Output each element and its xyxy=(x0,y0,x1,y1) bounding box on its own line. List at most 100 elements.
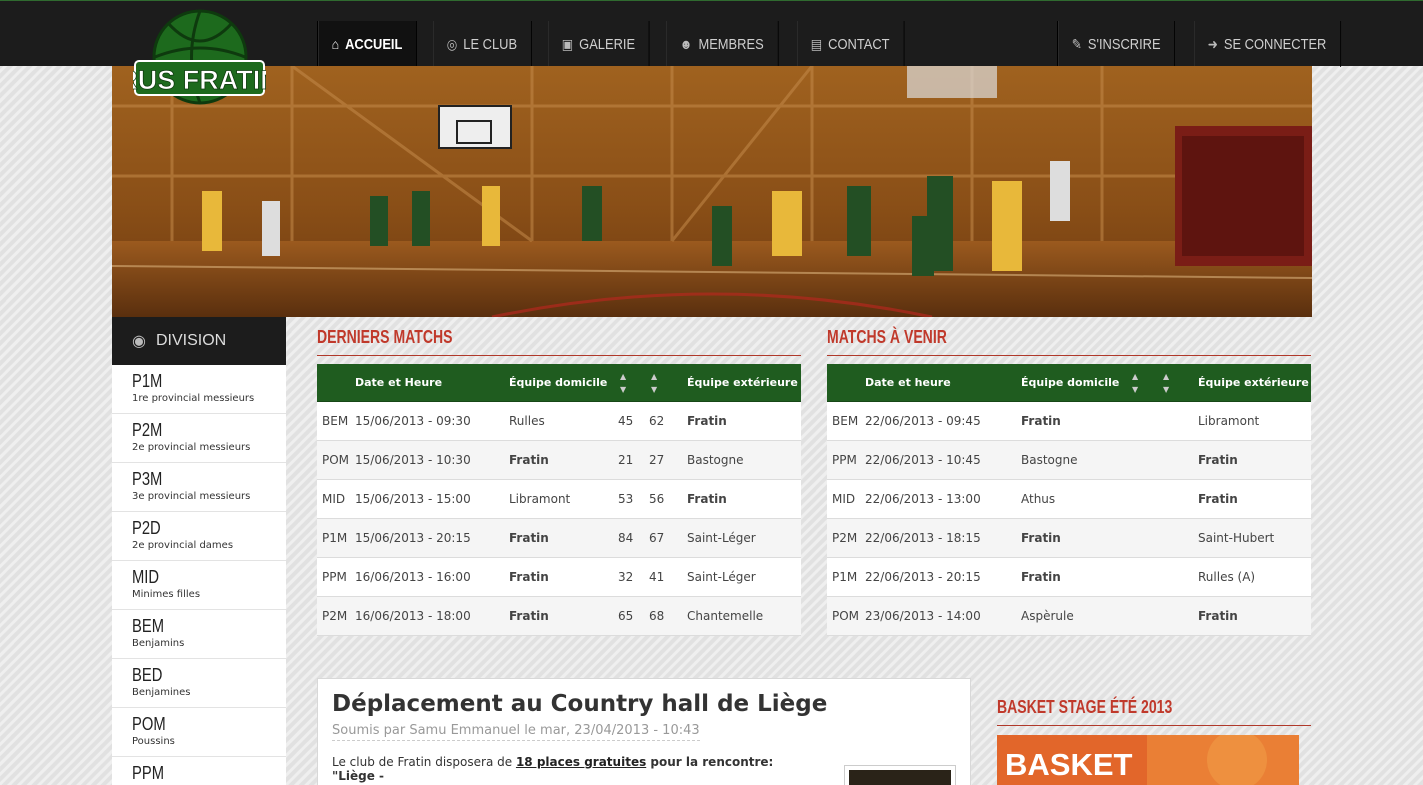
division-code: P2D xyxy=(132,518,161,538)
division-link[interactable]: P1M xyxy=(827,557,860,597)
sort-arrows-icon: ▲ ▼ xyxy=(651,372,658,395)
home-team: Rulles xyxy=(504,401,615,441)
division-link[interactable]: P1M xyxy=(317,518,350,558)
division-code: BEM xyxy=(132,616,164,636)
division-item-p2d[interactable]: P2D 2e provincial dames xyxy=(112,512,286,561)
article-title[interactable]: Déplacement au Country hall de Liège xyxy=(332,691,956,717)
table-row: P1M 15/06/2013 - 20:15 Fratin 84 67 Saint-Lég… xyxy=(317,518,801,558)
sort-away-score[interactable]: ▲ ▼ xyxy=(646,364,682,402)
division-link[interactable]: PPM xyxy=(317,557,350,597)
home-score: 45 xyxy=(615,401,646,441)
stage-promo-image[interactable]: BASKET xyxy=(997,735,1299,785)
header-home-team[interactable]: Équipe domicile xyxy=(1016,364,1127,402)
stage-image-text: BASKET xyxy=(1005,747,1133,782)
away-team: Saint-Léger xyxy=(682,518,801,558)
nav-s-inscrire[interactable]: ✎ S'inscrire xyxy=(1058,21,1176,67)
division-item-bem[interactable]: BEM Benjamins xyxy=(112,610,286,659)
division-link[interactable]: MID xyxy=(317,479,350,519)
home-icon: ⌂ xyxy=(331,36,340,52)
division-link[interactable]: POM xyxy=(317,440,350,480)
away-score: 41 xyxy=(646,557,682,597)
empty-cell xyxy=(1127,557,1158,597)
division-link[interactable]: PPM xyxy=(827,440,860,480)
chat-icon: ◉ xyxy=(132,333,146,350)
division-item-p2m[interactable]: P2M 2e provincial messieurs xyxy=(112,414,286,463)
match-date: 15/06/2013 - 09:30 xyxy=(350,401,504,441)
header-home-label: Équipe domicile xyxy=(1021,375,1120,389)
division-link[interactable]: BEM xyxy=(827,401,860,441)
article-thumbnail[interactable] xyxy=(844,765,956,785)
home-team: Aspèrule xyxy=(1016,596,1127,636)
away-team: Libramont xyxy=(1193,401,1311,441)
away-team: Chantemelle xyxy=(682,596,801,636)
division-item-p3m[interactable]: P3M 3e provincial messieurs xyxy=(112,463,286,512)
division-item-pom[interactable]: POM Poussins xyxy=(112,708,286,757)
home-score: 65 xyxy=(615,596,646,636)
article-body: Le club de Fratin disposera de 18 places… xyxy=(332,755,802,783)
sort-home[interactable]: ▲ ▼ xyxy=(1127,364,1158,402)
division-link[interactable]: MID xyxy=(827,479,860,519)
division-code: BED xyxy=(132,665,163,685)
nav-galerie[interactable]: ▣ Galerie xyxy=(548,21,650,67)
division-code: P3M xyxy=(132,469,163,489)
match-date: 22/06/2013 - 10:45 xyxy=(860,440,1016,480)
away-team: Fratin xyxy=(1193,596,1311,636)
nav-contact[interactable]: ▤ Contact xyxy=(797,21,904,67)
nav-accueil[interactable]: ⌂ Accueil xyxy=(318,21,418,67)
table-header-row: Date et heure Équipe domicile ▲ ▼ ▲ ▼ Équi… xyxy=(827,364,1311,402)
division-link[interactable]: P2M xyxy=(317,596,350,636)
away-score: 62 xyxy=(646,401,682,441)
division-item-p1m[interactable]: P1M 1re provincial messieurs xyxy=(112,365,286,414)
division-label: Benjamines xyxy=(132,687,191,698)
article-link[interactable]: 18 places gratuites xyxy=(516,755,646,769)
stage-rule xyxy=(997,725,1311,726)
club-logo[interactable]: RUS FRATIN xyxy=(118,9,280,111)
sort-arrows-icon: ▲ ▼ xyxy=(1163,372,1170,395)
nav-label: Se connecter xyxy=(1224,35,1327,53)
away-team: Fratin xyxy=(1193,479,1311,519)
division-link[interactable]: POM xyxy=(827,596,860,636)
division-item-bed[interactable]: BED Benjamines xyxy=(112,659,286,708)
away-team: Bastogne xyxy=(682,440,801,480)
header-home-team[interactable]: Équipe domicile xyxy=(504,364,615,402)
division-label: 2e provincial messieurs xyxy=(132,442,251,453)
division-link[interactable]: BEM xyxy=(317,401,350,441)
division-link[interactable]: P2M xyxy=(827,518,860,558)
home-team: Bastogne xyxy=(1016,440,1127,480)
last-matches-title: Derniers matchs xyxy=(317,327,453,347)
nav-label: Membres xyxy=(698,35,764,53)
empty-cell xyxy=(1158,596,1193,636)
header-division xyxy=(827,364,860,402)
match-date: 22/06/2013 - 13:00 xyxy=(860,479,1016,519)
division-list: P1M 1re provincial messieurs P2M 2e provinc… xyxy=(112,365,286,785)
match-date: 22/06/2013 - 18:15 xyxy=(860,518,1016,558)
empty-cell xyxy=(1158,401,1193,441)
division-label: Minimes filles xyxy=(132,589,201,600)
table-row: BEM 22/06/2013 - 09:45 Fratin Libramont xyxy=(827,401,1311,441)
table-row: MID 15/06/2013 - 15:00 Libramont 53 56 Fratin xyxy=(317,479,801,519)
match-date: 16/06/2013 - 18:00 xyxy=(350,596,504,636)
last-matches-rule xyxy=(317,355,801,356)
home-score: 53 xyxy=(615,479,646,519)
nav-membres[interactable]: ☻ Membres xyxy=(666,21,779,67)
table-row: P1M 22/06/2013 - 20:15 Fratin Rulles (A) xyxy=(827,557,1311,597)
header-home-label: Équipe domicile xyxy=(509,375,608,389)
division-label: 2e provincial dames xyxy=(132,540,234,551)
division-sidebar: ◉ Division P1M 1re provincial messieurs P2… xyxy=(112,317,286,785)
empty-cell xyxy=(1127,401,1158,441)
sort-home-score[interactable]: ▲ ▼ xyxy=(615,364,646,402)
logo-text: RUS FRATIN xyxy=(133,65,266,95)
division-item-ppm[interactable]: PPM xyxy=(112,757,286,785)
sort-away[interactable]: ▲ ▼ xyxy=(1158,364,1193,402)
table-row: MID 22/06/2013 - 13:00 Athus Fratin xyxy=(827,479,1311,519)
nav-label: S'inscrire xyxy=(1087,35,1161,53)
division-title: Division xyxy=(155,332,227,349)
nav-se-connecter[interactable]: ➜ Se connecter xyxy=(1194,21,1342,67)
nav-le-club[interactable]: ◎ Le club xyxy=(433,21,532,67)
nav-label: Le club xyxy=(463,35,518,53)
table-row: P2M 22/06/2013 - 18:15 Fratin Saint-Hubert xyxy=(827,518,1311,558)
hero-banner-image xyxy=(112,66,1312,317)
away-team: Fratin xyxy=(1193,440,1311,480)
division-item-mid[interactable]: MID Minimes filles xyxy=(112,561,286,610)
home-team: Libramont xyxy=(504,479,615,519)
